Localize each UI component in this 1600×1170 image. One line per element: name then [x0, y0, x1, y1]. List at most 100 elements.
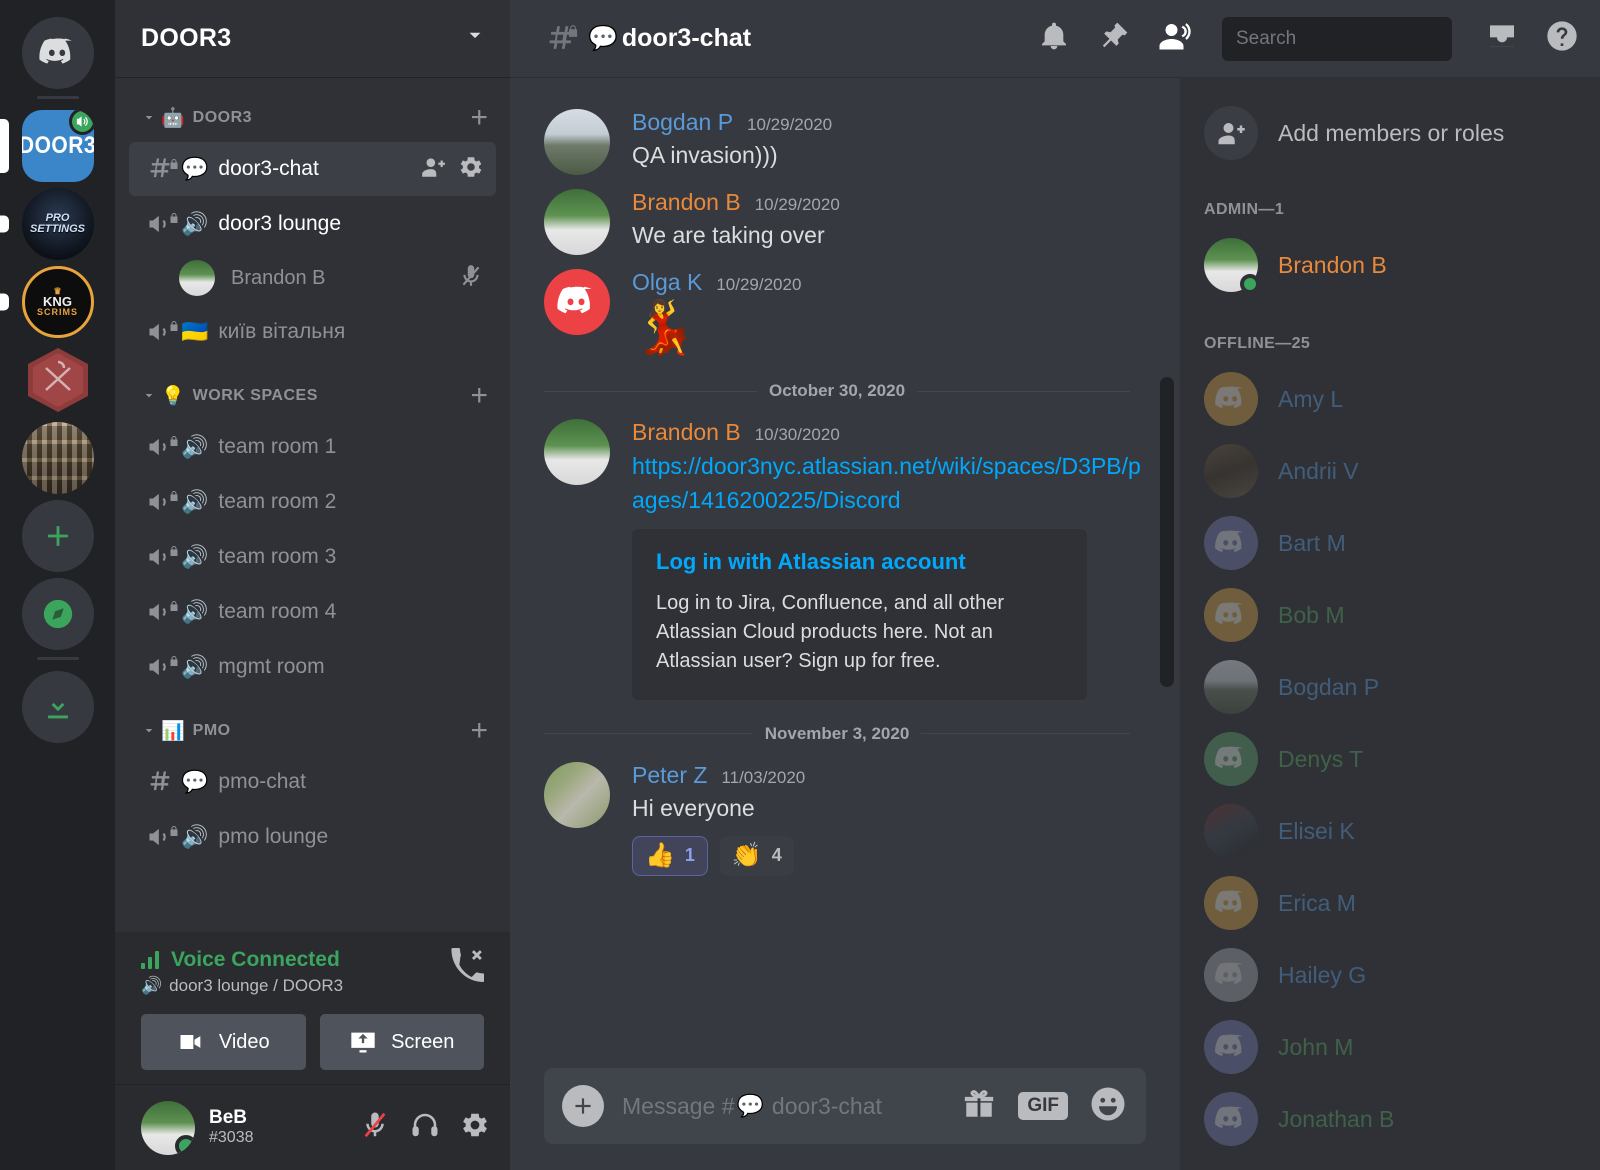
member-row-john-m[interactable]: John M	[1180, 1011, 1600, 1083]
inbox-icon[interactable]	[1486, 20, 1518, 57]
headphones-icon[interactable]	[410, 1110, 440, 1145]
message-link[interactable]: https://door3nyc.atlassian.net/wiki/spac…	[632, 450, 1144, 517]
search-box[interactable]	[1222, 16, 1481, 61]
reaction-thumbsup[interactable]: 👍 1	[632, 835, 708, 876]
pin-icon[interactable]	[1098, 20, 1130, 57]
server-kng-scrims[interactable]: ♛ KNG SCRIMS	[0, 263, 115, 341]
avatar[interactable]	[544, 419, 610, 486]
member-row-brandon-b[interactable]: Brandon B	[1180, 229, 1600, 301]
message: Brandon B 10/29/2020 We are taking over	[510, 175, 1164, 255]
bar-chart-icon: 📊	[161, 721, 185, 742]
member-row-erica-m[interactable]: Erica M	[1180, 867, 1600, 939]
channel-door3-chat[interactable]: 💬 door3-chat	[129, 142, 496, 196]
channel-team-room-2[interactable]: 🔊 team room 2	[129, 475, 496, 529]
clapping-hands-icon: 👏	[731, 842, 762, 870]
category-door3[interactable]: 🤖 DOOR3 +	[115, 95, 510, 141]
voice-member-name: Brandon B	[231, 266, 326, 289]
avatar[interactable]	[544, 109, 610, 175]
category-label: DOOR3	[192, 109, 253, 126]
chevron-down-icon[interactable]	[462, 23, 488, 54]
message-author[interactable]: Olga K	[632, 269, 702, 296]
embed-title[interactable]: Log in with Atlassian account	[656, 549, 1063, 575]
page-title: door3-chat	[621, 24, 752, 52]
member-row-andrii-v[interactable]: Andrii V	[1180, 435, 1600, 507]
phone-hangup-icon[interactable]	[450, 948, 485, 987]
category-pmo[interactable]: 📊 PMO +	[115, 708, 510, 754]
loudspeaker-icon: 🔊	[181, 211, 209, 236]
avatar	[1204, 732, 1258, 786]
gift-icon[interactable]	[962, 1087, 996, 1126]
plus-icon[interactable]: +	[470, 103, 488, 133]
loudspeaker-icon: 🔊	[181, 599, 209, 624]
composer-box[interactable]: Message # 💬 door3-chat GIF	[544, 1068, 1146, 1144]
message-author[interactable]: Bogdan P	[632, 109, 733, 136]
message: Brandon B 10/30/2020 https://door3nyc.at…	[510, 405, 1164, 700]
server-door3[interactable]: DOOR3	[0, 107, 115, 185]
gear-icon[interactable]	[460, 1110, 490, 1145]
avatar[interactable]	[544, 189, 610, 255]
gear-icon[interactable]	[458, 154, 484, 185]
reaction-clap[interactable]: 👏 4	[719, 835, 794, 876]
member-name: Brandon B	[1278, 251, 1387, 278]
member-row-bogdan-p[interactable]: Bogdan P	[1180, 651, 1600, 723]
voice-member-brandon-b[interactable]: Brandon B	[167, 252, 496, 304]
add-server-button[interactable]	[0, 497, 115, 575]
chat-scrollbar[interactable]	[1160, 377, 1174, 687]
plus-icon[interactable]: +	[470, 381, 488, 411]
screen-share-button[interactable]: Screen	[319, 1014, 484, 1070]
member-row-denys-t[interactable]: Denys T	[1180, 723, 1600, 795]
category-work-spaces[interactable]: 💡 WORK SPACES +	[115, 373, 510, 419]
member-row-bart-m[interactable]: Bart M	[1180, 507, 1600, 579]
add-members-button[interactable]: Add members or roles	[1180, 99, 1600, 167]
member-row-amy-l[interactable]: Amy L	[1180, 363, 1600, 435]
composer-placeholder-channel: door3-chat	[771, 1092, 882, 1119]
mic-muted-icon[interactable]	[360, 1110, 390, 1145]
unread-pill	[0, 215, 9, 233]
guild-header[interactable]: DOOR3	[115, 0, 510, 77]
emoji-icon[interactable]	[1090, 1086, 1126, 1127]
channel-pmo-lounge[interactable]: 🔊 pmo lounge	[129, 810, 496, 864]
bell-icon[interactable]	[1038, 20, 1070, 57]
member-name: Bob M	[1278, 601, 1345, 628]
server-hex-clan[interactable]	[0, 341, 115, 419]
gif-button[interactable]: GIF	[1018, 1092, 1068, 1120]
attach-icon[interactable]	[562, 1085, 604, 1127]
video-button[interactable]: Video	[141, 1014, 306, 1070]
avatar[interactable]	[544, 269, 610, 335]
member-row-hailey-g[interactable]: Hailey G	[1180, 939, 1600, 1011]
status-online-indicator	[175, 1134, 195, 1155]
avatar[interactable]	[141, 1100, 195, 1155]
loudspeaker-icon: 🔊	[181, 824, 209, 849]
channel-team-room-3[interactable]: 🔊 team room 3	[129, 530, 496, 584]
channel-pmo-chat[interactable]: 💬 pmo-chat	[129, 755, 496, 809]
help-icon[interactable]	[1546, 20, 1578, 57]
server-pro-settings[interactable]: PRO SETTINGS	[0, 185, 115, 263]
download-apps-button[interactable]	[0, 668, 115, 746]
member-row-bob-m[interactable]: Bob M	[1180, 579, 1600, 651]
member-row-jonathan-b[interactable]: Jonathan B	[1180, 1083, 1600, 1155]
member-row-elisei-k[interactable]: Elisei K	[1180, 795, 1600, 867]
channel-mgmt-room[interactable]: 🔊 mgmt room	[129, 640, 496, 694]
member-name: Elisei K	[1278, 817, 1355, 844]
invite-icon[interactable]	[420, 154, 446, 185]
message-list: Bogdan P 10/29/2020 QA invasion))) Brand…	[510, 77, 1180, 1054]
speaker-lock-icon	[141, 433, 179, 461]
channel-door3-lounge[interactable]: 🔊 door3 lounge	[129, 197, 496, 251]
channel-kyiv-vitalnya[interactable]: 🇺🇦 київ вітальня	[129, 305, 496, 359]
message-author[interactable]: Brandon B	[632, 189, 741, 216]
plus-icon[interactable]: +	[470, 716, 488, 746]
avatar	[1204, 372, 1258, 426]
explore-servers-button[interactable]	[0, 575, 115, 653]
speaker-lock-icon	[141, 488, 179, 516]
avatar[interactable]	[544, 761, 610, 828]
channel-team-room-4[interactable]: 🔊 team room 4	[129, 585, 496, 639]
server-bookshelf[interactable]	[0, 419, 115, 497]
member-name: Jonathan B	[1278, 1105, 1395, 1132]
message-author[interactable]: Peter Z	[632, 762, 707, 789]
members-icon[interactable]	[1158, 20, 1194, 57]
home-button[interactable]	[0, 14, 115, 92]
message-author[interactable]: Brandon B	[632, 419, 741, 446]
channel-team-room-1[interactable]: 🔊 team room 1	[129, 420, 496, 474]
message-timestamp: 10/29/2020	[716, 275, 802, 294]
search-input[interactable]	[1236, 27, 1481, 50]
